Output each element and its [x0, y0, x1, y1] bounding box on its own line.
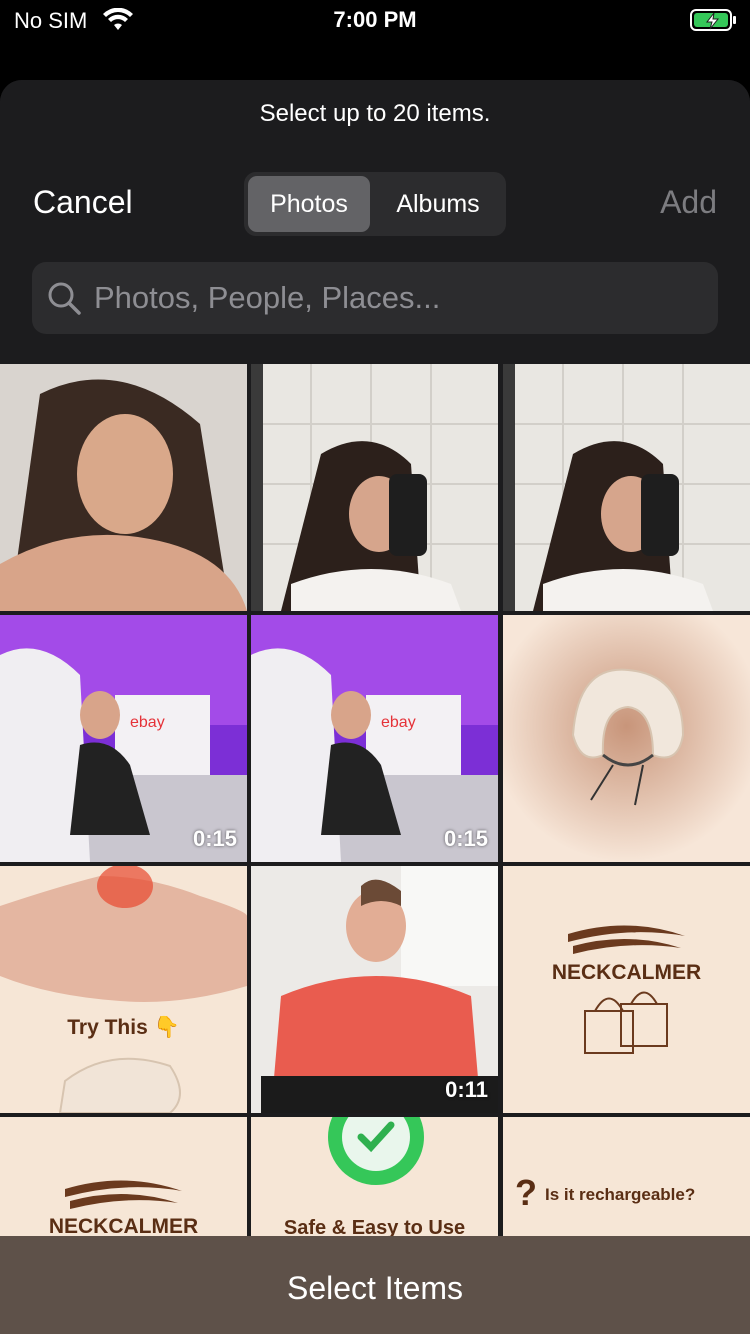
tab-photos[interactable]: Photos: [248, 176, 370, 232]
neck-pain-photo: [0, 866, 247, 1113]
ebay-studio-video: ebay: [0, 615, 247, 862]
photo-thumbnail[interactable]: [251, 364, 498, 611]
neckcalmer-logo: [503, 866, 750, 1113]
add-button[interactable]: Add: [660, 184, 717, 221]
photo-thumbnail[interactable]: [503, 364, 750, 611]
brand-name: NECKCALMER: [551, 961, 702, 984]
video-thumbnail[interactable]: ebay 0:15: [0, 615, 247, 862]
photo-thumbnail[interactable]: Try This 👇: [0, 866, 247, 1113]
video-duration: 0:15: [192, 826, 237, 851]
selfie-photo: [0, 364, 247, 611]
select-items-button[interactable]: Select Items: [0, 1270, 750, 1307]
clock: 7:00 PM: [333, 7, 417, 32]
status-bar: No SIM 7:00 PM: [0, 0, 750, 40]
photos-albums-segmented-control: Photos Albums: [244, 172, 506, 236]
video-duration: 0:11: [445, 1077, 488, 1102]
photo-thumbnail[interactable]: NECKCALMER: [503, 866, 750, 1113]
man-neck-pain-video: [251, 866, 498, 1113]
picker-header: Select up to 20 items. Cancel Photos Alb…: [0, 80, 750, 364]
search-input[interactable]: Photos, People, Places...: [32, 262, 718, 334]
neck-pillow-photo: [503, 615, 750, 862]
ebay-studio-video: ebay: [251, 615, 498, 862]
video-duration: 0:15: [443, 826, 488, 851]
tile-caption: Is it rechargeable?: [545, 1185, 696, 1204]
video-thumbnail[interactable]: ebay 0:15: [251, 615, 498, 862]
search-icon: [48, 282, 81, 315]
photo-thumbnail[interactable]: [0, 364, 247, 611]
tile-caption: Try This 👇: [67, 1016, 180, 1039]
mirror-selfie-photo: [503, 364, 750, 611]
photo-picker-sheet: Select up to 20 items. Cancel Photos Alb…: [0, 80, 750, 1334]
battery-charging-icon: [690, 9, 736, 31]
cancel-button[interactable]: Cancel: [33, 184, 133, 221]
select-items-bar[interactable]: Select Items: [0, 1236, 750, 1334]
tab-albums[interactable]: Albums: [374, 176, 502, 232]
selection-limit-hint: Select up to 20 items.: [259, 100, 491, 127]
svg-text:ebay: ebay: [130, 714, 165, 731]
search-placeholder: Photos, People, Places...: [94, 280, 441, 315]
question-mark-icon: ?: [515, 1172, 537, 1213]
svg-text:ebay: ebay: [381, 714, 416, 731]
mirror-selfie-photo: [251, 364, 498, 611]
video-thumbnail[interactable]: 0:11: [251, 866, 498, 1113]
photo-thumbnail[interactable]: [503, 615, 750, 862]
